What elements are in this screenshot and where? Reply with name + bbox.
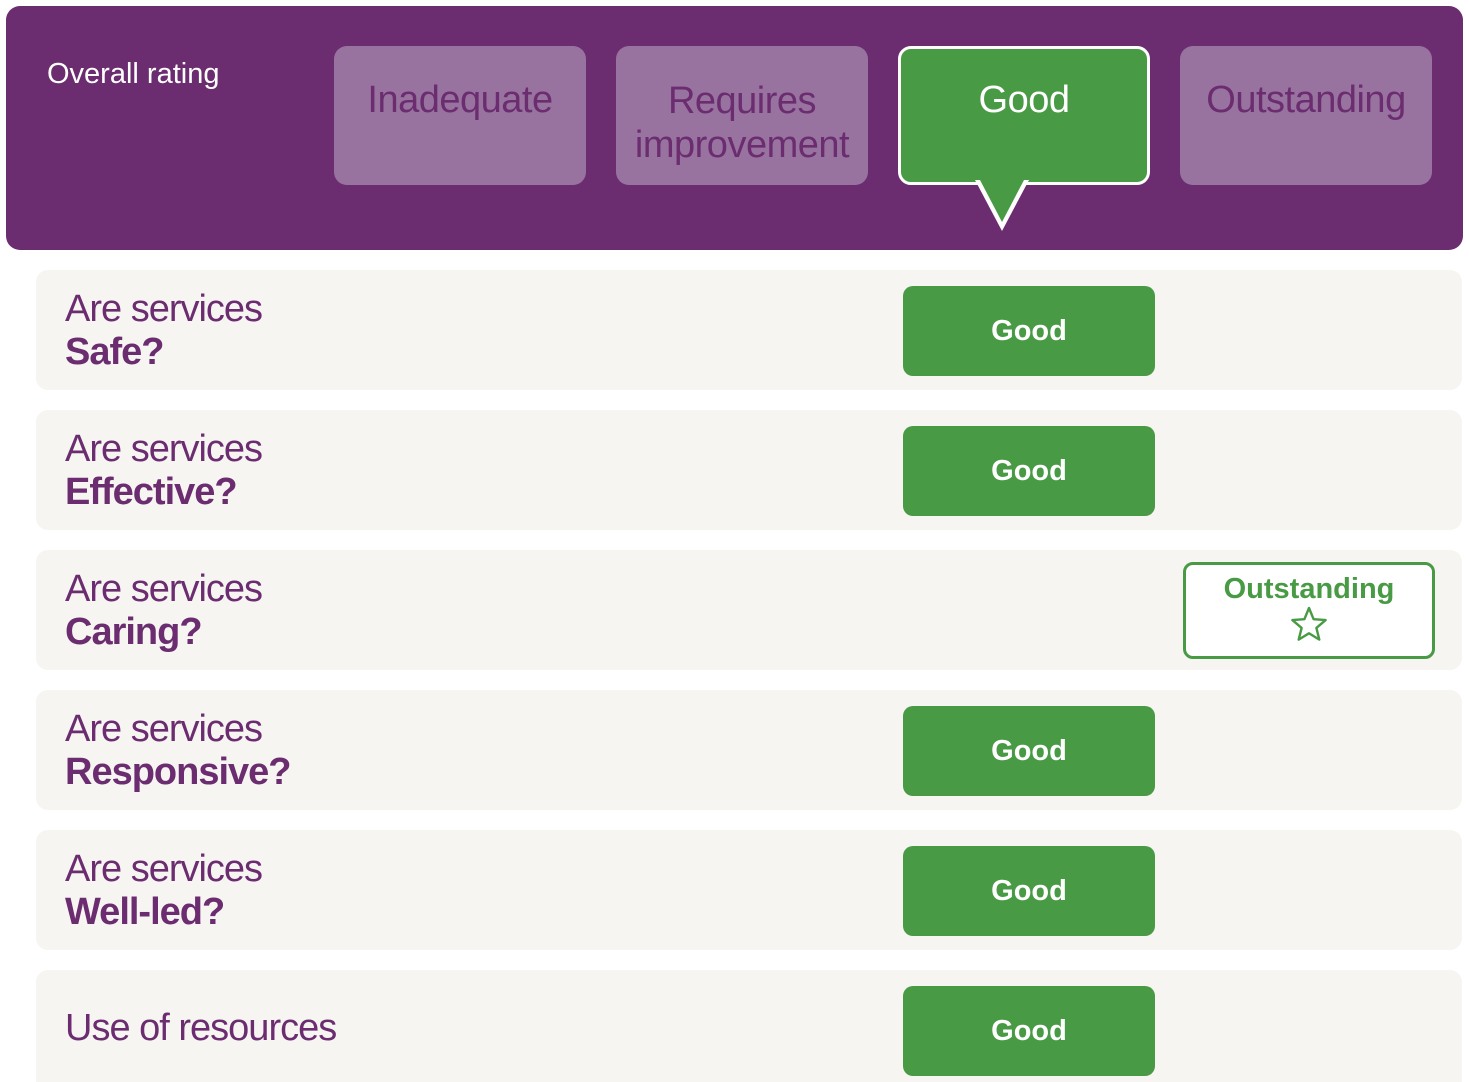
rating-scale-inadequate: Inadequate: [334, 46, 586, 185]
overall-rating-panel: Overall rating Inadequate Requires impro…: [6, 6, 1463, 250]
resources-label: Use of resources: [65, 1007, 337, 1049]
question-prefix: Are services: [65, 708, 263, 750]
question-text: Are services Safe?: [65, 288, 263, 374]
question-prefix: Are services: [65, 288, 263, 330]
question-row-use-of-resources: Use of resources Good: [36, 970, 1462, 1082]
rating-badge-label: Outstanding: [1223, 573, 1395, 605]
rating-scale-label: Outstanding: [1206, 79, 1406, 121]
question-row-well-led: Are services Well-led? Good: [36, 830, 1462, 950]
question-name: Effective?: [65, 471, 238, 513]
question-name: Responsive?: [65, 751, 292, 793]
rating-badge-good: Good: [903, 706, 1155, 796]
rating-scale-label: Good: [978, 79, 1070, 121]
rating-scale-label: Inadequate: [367, 79, 553, 121]
question-text: Are services Responsive?: [65, 708, 292, 794]
question-row-effective: Are services Effective? Good: [36, 410, 1462, 530]
rating-badge-good: Good: [903, 286, 1155, 376]
question-row-safe: Are services Safe? Good: [36, 270, 1462, 390]
rating-badge-outstanding: Outstanding: [1183, 562, 1435, 659]
question-row-responsive: Are services Responsive? Good: [36, 690, 1462, 810]
question-name: Safe?: [65, 331, 164, 373]
rating-badge-good: Good: [903, 846, 1155, 936]
star-outline-icon: [1291, 606, 1327, 641]
rating-scale-outstanding: Outstanding: [1180, 46, 1432, 185]
overall-rating-label: Overall rating: [47, 58, 220, 90]
question-text: Are services Caring?: [65, 568, 263, 654]
question-row-caring: Are services Caring? Outstanding: [36, 550, 1462, 670]
rating-scale-label-line2: improvement: [634, 124, 850, 166]
rating-scale-label: Requires: [667, 80, 817, 122]
question-name: Well-led?: [65, 891, 225, 933]
question-prefix: Are services: [65, 568, 263, 610]
question-text: Are services Effective?: [65, 428, 263, 514]
rating-badge-good: Good: [903, 426, 1155, 516]
question-name: Caring?: [65, 611, 203, 653]
rating-scale-requires-improvement: Requires improvement: [616, 46, 868, 185]
rating-scale-good-selected: Good: [898, 46, 1150, 185]
question-text: Are services Well-led?: [65, 848, 263, 934]
rating-badge-good: Good: [903, 986, 1155, 1076]
question-prefix: Are services: [65, 848, 263, 890]
question-prefix: Are services: [65, 428, 263, 470]
